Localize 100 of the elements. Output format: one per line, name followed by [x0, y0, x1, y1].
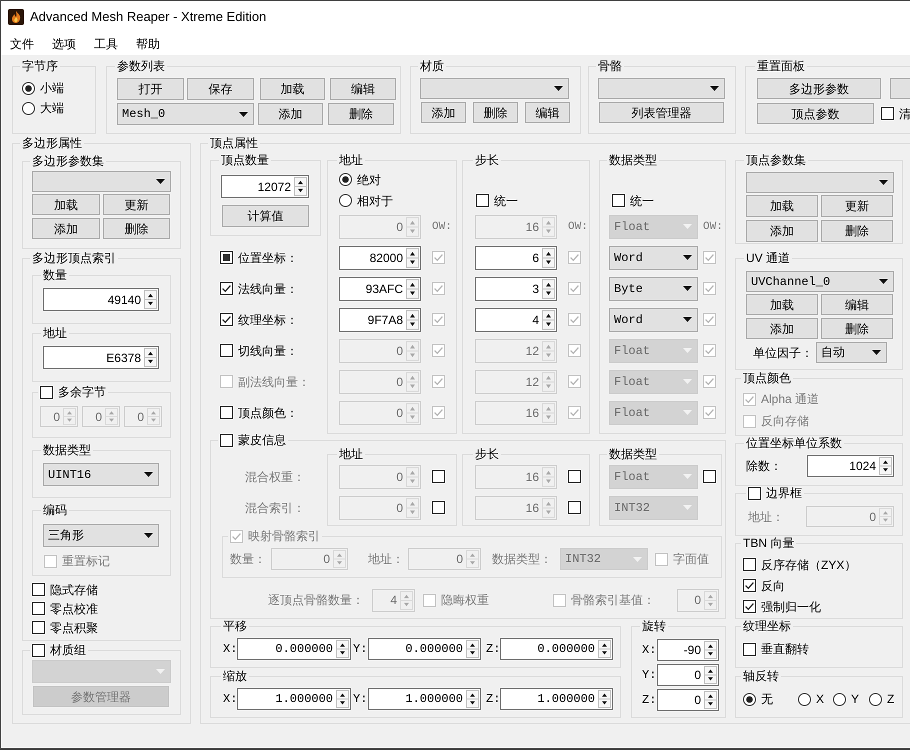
load-button[interactable]: 加载: [746, 294, 818, 315]
vertex-params-button[interactable]: 顶点参数: [757, 103, 874, 124]
radio-label[interactable]: 大端: [40, 101, 64, 115]
spin-field[interactable]: 82000: [339, 246, 421, 270]
delete-button[interactable]: 删除: [328, 103, 394, 125]
checkbox-label[interactable]: 多余字节: [58, 385, 106, 399]
spin-arrows-icon[interactable]: [879, 457, 892, 475]
dropdown[interactable]: Word: [609, 308, 698, 332]
checkbox[interactable]: [612, 194, 625, 207]
dropdown[interactable]: UINT16: [43, 463, 159, 486]
spin-arrows-icon[interactable]: [704, 690, 717, 708]
radio-label[interactable]: Y: [851, 692, 860, 706]
checkbox-label[interactable]: 法线向量：: [238, 282, 298, 296]
add-button[interactable]: 添加: [32, 218, 100, 239]
checkbox[interactable]: [743, 579, 756, 592]
dropdown[interactable]: [32, 171, 171, 192]
dropdown[interactable]: Mesh_0: [117, 103, 254, 125]
checkbox-label[interactable]: 隐式存储: [50, 582, 98, 596]
spin-arrows-icon[interactable]: [466, 640, 479, 658]
dropdown[interactable]: Byte: [609, 276, 698, 300]
checkbox[interactable]: [881, 107, 894, 120]
open-button[interactable]: 打开: [117, 78, 184, 100]
dropdown[interactable]: [420, 78, 569, 99]
radio-button[interactable]: [22, 82, 35, 94]
spin-field[interactable]: 1024: [807, 455, 894, 477]
checkbox-label[interactable]: 强制归一化: [761, 600, 821, 614]
checkbox-label[interactable]: 纹理坐标：: [238, 312, 298, 326]
delete-button[interactable]: 删除: [821, 220, 893, 242]
polygon-params-button[interactable]: 多边形参数: [757, 78, 881, 99]
dropdown[interactable]: 三角形: [43, 524, 159, 547]
spin-field[interactable]: 1.000000: [237, 688, 351, 710]
spin-field[interactable]: 12072: [221, 175, 309, 198]
checkbox[interactable]: [220, 251, 233, 264]
radio-button[interactable]: [833, 692, 846, 706]
checkbox[interactable]: [32, 602, 45, 615]
checkbox-label[interactable]: 零点积聚: [50, 620, 98, 634]
checkbox-label[interactable]: 统一: [630, 194, 654, 208]
spin-field[interactable]: 4: [475, 308, 557, 332]
load-button[interactable]: 加载: [32, 194, 100, 215]
checkbox-label[interactable]: 位置坐标：: [238, 250, 298, 264]
spin-arrows-icon[interactable]: [294, 177, 307, 196]
dropdown[interactable]: [598, 78, 725, 99]
add-button[interactable]: 添加: [746, 220, 818, 242]
checkbox-label[interactable]: 材质组: [50, 643, 86, 657]
spin-arrows-icon[interactable]: [406, 248, 419, 268]
spin-arrows-icon[interactable]: [336, 640, 349, 658]
edit-button[interactable]: 编辑: [330, 78, 396, 100]
spin-arrows-icon[interactable]: [542, 248, 555, 268]
spin-arrows-icon[interactable]: [598, 640, 611, 658]
add-button[interactable]: 添加: [258, 103, 323, 125]
radio-button[interactable]: [869, 692, 882, 706]
spin-arrows-icon[interactable]: [598, 690, 611, 708]
dropdown[interactable]: UVChannel_0: [746, 271, 894, 292]
delete-button[interactable]: 删除: [103, 218, 170, 239]
radio-button[interactable]: [798, 692, 811, 706]
delete-button[interactable]: 删除: [821, 318, 893, 339]
checkbox[interactable]: [220, 434, 233, 446]
checkbox-label[interactable]: 统一: [494, 194, 518, 208]
spin-arrows-icon[interactable]: [704, 666, 717, 684]
checkbox[interactable]: [40, 386, 53, 398]
menu-item[interactable]: 帮助: [127, 36, 169, 52]
radio-label[interactable]: Z: [887, 692, 894, 706]
partial-button[interactable]: [890, 78, 910, 99]
checkbox[interactable]: [748, 486, 761, 500]
spin-field[interactable]: -90: [657, 638, 719, 660]
radio-label[interactable]: X: [816, 692, 824, 706]
checkbox[interactable]: [476, 194, 489, 207]
edit-button[interactable]: 编辑: [525, 102, 570, 123]
spin-arrows-icon[interactable]: [406, 278, 419, 298]
spin-arrows-icon[interactable]: [336, 690, 349, 708]
spin-arrows-icon[interactable]: [144, 290, 157, 309]
spin-arrows-icon[interactable]: [466, 690, 479, 708]
radio-button[interactable]: [339, 173, 352, 186]
checkbox[interactable]: [220, 313, 233, 326]
checkbox[interactable]: [220, 406, 233, 419]
spin-field[interactable]: 9F7A8: [339, 308, 421, 332]
checkbox[interactable]: [32, 583, 45, 596]
spin-field[interactable]: 1.000000: [368, 688, 481, 710]
radio-button[interactable]: [743, 692, 756, 706]
load-button[interactable]: 加载: [260, 78, 325, 100]
checkbox[interactable]: [743, 600, 756, 613]
spin-arrows-icon[interactable]: [406, 310, 419, 330]
radio-label[interactable]: 相对于: [357, 194, 393, 208]
spin-field[interactable]: 0: [657, 688, 719, 710]
checkbox-label[interactable]: 垂直翻转: [761, 642, 809, 656]
checkbox[interactable]: [743, 642, 756, 656]
list-manager-button[interactable]: 列表管理器: [599, 102, 724, 123]
checkbox-label[interactable]: 蒙皮信息: [238, 433, 286, 447]
radio-label[interactable]: 小端: [40, 81, 64, 95]
spin-field[interactable]: 1.000000: [500, 688, 613, 710]
spin-field[interactable]: 0.000000: [368, 638, 481, 660]
checkbox-label[interactable]: 边界框: [766, 486, 802, 500]
dropdown[interactable]: Word: [609, 246, 698, 270]
radio-label[interactable]: 绝对: [357, 172, 381, 186]
spin-field[interactable]: 0.000000: [237, 638, 351, 660]
radio-button[interactable]: [22, 102, 35, 114]
spin-field[interactable]: E6378: [43, 346, 159, 369]
add-button[interactable]: 添加: [421, 102, 466, 123]
radio-label[interactable]: 无: [761, 692, 773, 706]
update-button[interactable]: 更新: [821, 195, 893, 217]
